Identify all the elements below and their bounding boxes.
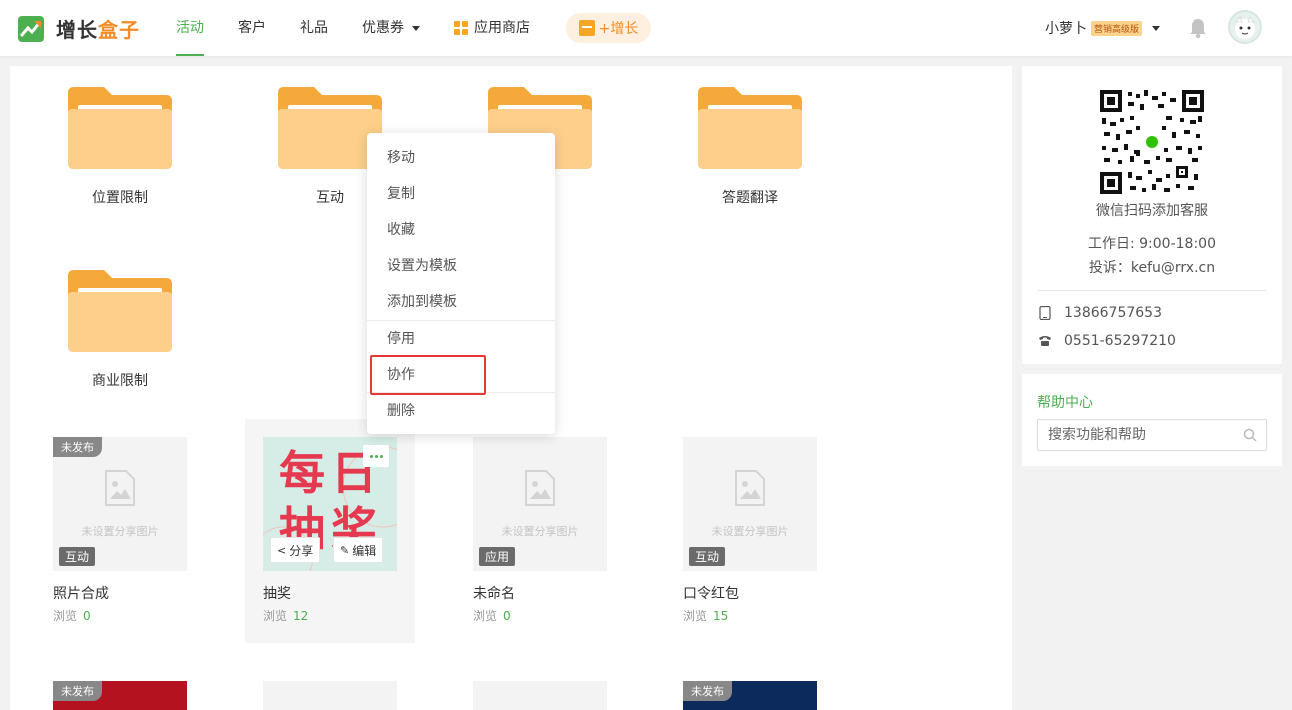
growth-logo-icon [18,15,44,42]
card-thumbnail: 未设置分享图片 未发布 互动 [53,437,187,571]
type-badge: 应用 [479,547,516,566]
type-badge: 互动 [689,547,726,566]
menu-item-favorite[interactable]: 收藏 [367,212,555,248]
card-thumbnail: 未设置分享图片 应用 [473,437,607,571]
user-menu[interactable]: 小萝卜 营销高级版 [1045,18,1161,38]
card-thumbnail: 每日 抽奖 < 分享 ✎ 编辑 [263,437,397,571]
card-views: 浏览 0 [473,609,511,623]
help-center-panel: 帮助中心 [1022,374,1282,466]
nav-gifts[interactable]: 礼品 [300,0,328,56]
avatar[interactable] [1228,10,1262,44]
image-placeholder-icon [525,470,555,506]
chevron-down-icon [412,25,420,31]
more-options-button[interactable] [363,445,389,467]
folder-name: 答题翻译 [722,190,778,206]
mobile-phone-icon [1038,306,1052,320]
share-icon: < [277,543,287,557]
folder-item[interactable]: 答题翻译 [698,87,802,206]
logo[interactable]: 增长盒子 [18,14,140,43]
search-icon[interactable] [1243,428,1257,442]
image-placeholder-icon [105,470,135,506]
image-placeholder-icon [735,470,765,506]
activity-card[interactable]: 未发布 [683,681,817,710]
folder-icon [68,87,172,169]
empty-share-text: 未设置分享图片 [711,525,789,538]
menu-item-add-to-template[interactable]: 添加到模板 [367,284,555,320]
activity-card[interactable]: 未设置分享图片 互动 口令红包 浏览 15 [665,419,835,643]
card-views: 浏览 0 [53,609,91,623]
complaint-email: 投诉：kefu@rrx.cn [1088,260,1216,276]
mobile-contact: 13866757653 [1038,305,1162,321]
support-panel: 微信扫码添加客服 工作日: 9:00-18:00 投诉：kefu@rrx.cn … [1022,66,1282,364]
telephone-icon [1038,334,1052,348]
folder-item[interactable]: 商业限制 [68,270,172,389]
menu-item-set-template[interactable]: 设置为模板 [367,248,555,284]
activity-card[interactable]: 未设置分享图片 未发布 互动 照片合成 浏览 0 [35,419,205,643]
activity-card[interactable] [263,681,397,710]
folder-item[interactable]: 位置限制 [68,87,172,206]
share-button[interactable]: < 分享 [270,537,321,563]
nav-coupons[interactable]: 优惠券 [362,0,420,56]
box-icon [578,20,595,36]
edit-button[interactable]: ✎ 编辑 [333,537,384,563]
landline-contact: 0551-65297210 [1038,333,1176,349]
menu-item-move[interactable]: 移动 [367,140,555,176]
card-title: 口令红包 [683,586,739,602]
work-hours: 工作日: 9:00-18:00 [1087,236,1216,252]
plan-badge: 营销高级版 [1091,20,1143,36]
card-views: 浏览 12 [263,609,309,623]
activity-card[interactable]: 未设置分享图片 应用 未命名 浏览 0 [455,419,625,643]
main-nav: 活动 客户 礼品 优惠券 应用商店 [176,0,564,56]
activity-card[interactable] [473,681,607,710]
status-badge: 未发布 [53,437,102,457]
grow-button[interactable]: +增长 [566,13,651,43]
nav-app-store[interactable]: 应用商店 [454,0,530,56]
chevron-down-icon [1152,25,1161,31]
divider [1038,290,1266,291]
top-header: 增长盒子 活动 客户 礼品 优惠券 应用商店 +增长 小萝卜 营销高级版 [0,0,1292,56]
logo-text: 增长盒子 [56,18,140,42]
empty-share-text: 未设置分享图片 [501,525,579,538]
bell-icon[interactable] [1188,17,1208,39]
card-title: 未命名 [473,586,515,602]
status-badge: 未发布 [683,681,732,701]
qr-code-image [1100,90,1204,194]
nav-activity[interactable]: 活动 [176,0,204,56]
card-title: 照片合成 [53,586,109,602]
nav-customers[interactable]: 客户 [238,0,266,56]
empty-share-text: 未设置分享图片 [81,525,159,538]
folder-icon [698,87,802,169]
status-badge: 未发布 [53,681,102,701]
apps-grid-icon [454,21,468,35]
folder-name: 位置限制 [92,190,148,206]
menu-item-disable[interactable]: 停用 [367,321,555,357]
folder-icon [68,270,172,352]
menu-item-copy[interactable]: 复制 [367,176,555,212]
folder-name: 商业限制 [92,373,148,389]
card-title: 抽奖 [263,586,291,602]
avatar-image [1235,16,1255,39]
highlight-box [370,355,486,395]
activity-card[interactable]: 未发布 [53,681,187,710]
help-center-title: 帮助中心 [1037,395,1093,411]
menu-item-delete[interactable]: 删除 [367,393,555,429]
user-name: 小萝卜 [1045,21,1087,37]
card-views: 浏览 15 [683,609,729,623]
card-thumbnail: 未设置分享图片 互动 [683,437,817,571]
help-search-input[interactable] [1037,419,1267,451]
type-badge: 互动 [59,547,96,566]
qr-caption: 微信扫码添加客服 [1096,203,1208,219]
activity-card[interactable]: 每日 抽奖 < 分享 ✎ 编辑 抽奖 浏览 12 [245,419,415,643]
edit-icon: ✎ [340,543,350,557]
